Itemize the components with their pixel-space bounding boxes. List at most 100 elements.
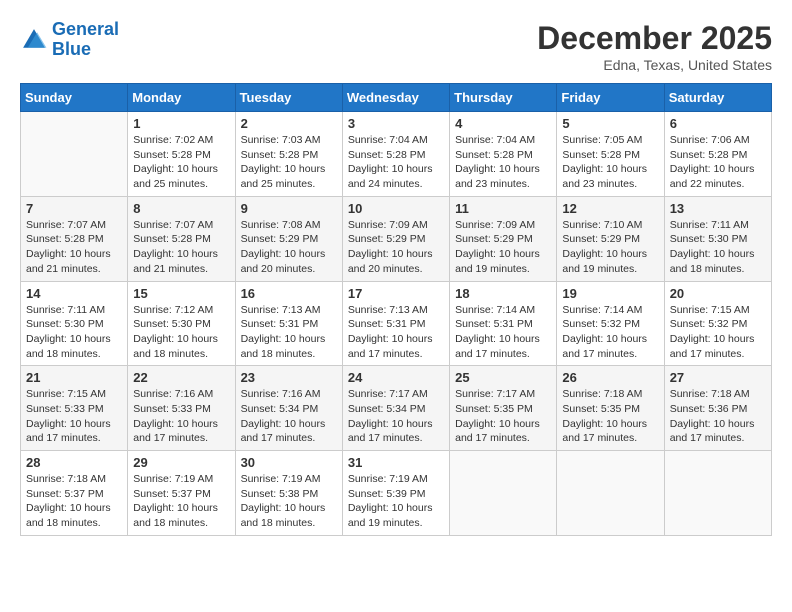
day-info: Sunrise: 7:13 AM Sunset: 5:31 PM Dayligh… [241, 303, 337, 362]
day-number: 30 [241, 455, 337, 470]
calendar-cell: 9 Sunrise: 7:08 AM Sunset: 5:29 PM Daylig… [235, 196, 342, 281]
calendar-cell: 16 Sunrise: 7:13 AM Sunset: 5:31 PM Dayli… [235, 281, 342, 366]
day-info: Sunrise: 7:06 AM Sunset: 5:28 PM Dayligh… [670, 133, 766, 192]
weekday-header: Saturday [664, 84, 771, 112]
day-number: 6 [670, 116, 766, 131]
day-number: 10 [348, 201, 444, 216]
calendar-cell: 26 Sunrise: 7:18 AM Sunset: 5:35 PM Dayli… [557, 366, 664, 451]
day-number: 4 [455, 116, 551, 131]
calendar-cell: 15 Sunrise: 7:12 AM Sunset: 5:30 PM Dayli… [128, 281, 235, 366]
day-info: Sunrise: 7:03 AM Sunset: 5:28 PM Dayligh… [241, 133, 337, 192]
day-number: 5 [562, 116, 658, 131]
calendar-cell: 29 Sunrise: 7:19 AM Sunset: 5:37 PM Dayli… [128, 451, 235, 536]
day-info: Sunrise: 7:12 AM Sunset: 5:30 PM Dayligh… [133, 303, 229, 362]
calendar-cell: 28 Sunrise: 7:18 AM Sunset: 5:37 PM Dayli… [21, 451, 128, 536]
day-number: 16 [241, 286, 337, 301]
day-number: 29 [133, 455, 229, 470]
day-number: 19 [562, 286, 658, 301]
calendar-cell: 23Sunrise: 7:16 AM Sunset: 5:34 PM Dayli… [235, 366, 342, 451]
calendar-cell: 2Sunrise: 7:03 AM Sunset: 5:28 PM Daylig… [235, 112, 342, 197]
day-info: Sunrise: 7:14 AM Sunset: 5:32 PM Dayligh… [562, 303, 658, 362]
day-number: 15 [133, 286, 229, 301]
day-number: 20 [670, 286, 766, 301]
calendar-cell: 27Sunrise: 7:18 AM Sunset: 5:36 PM Dayli… [664, 366, 771, 451]
logo: General Blue [20, 20, 119, 60]
day-info: Sunrise: 7:17 AM Sunset: 5:35 PM Dayligh… [455, 387, 551, 446]
weekday-header: Tuesday [235, 84, 342, 112]
calendar-week-row: 28 Sunrise: 7:18 AM Sunset: 5:37 PM Dayli… [21, 451, 772, 536]
calendar-week-row: 1Sunrise: 7:02 AM Sunset: 5:28 PM Daylig… [21, 112, 772, 197]
day-info: Sunrise: 7:17 AM Sunset: 5:34 PM Dayligh… [348, 387, 444, 446]
month-title: December 2025 [537, 20, 772, 57]
day-number: 9 [241, 201, 337, 216]
calendar-header-row: SundayMondayTuesdayWednesdayThursdayFrid… [21, 84, 772, 112]
day-info: Sunrise: 7:05 AM Sunset: 5:28 PM Dayligh… [562, 133, 658, 192]
weekday-header: Wednesday [342, 84, 449, 112]
day-info: Sunrise: 7:02 AM Sunset: 5:28 PM Dayligh… [133, 133, 229, 192]
calendar-week-row: 14Sunrise: 7:11 AM Sunset: 5:30 PM Dayli… [21, 281, 772, 366]
calendar-cell: 30 Sunrise: 7:19 AM Sunset: 5:38 PM Dayli… [235, 451, 342, 536]
calendar-cell: 6 Sunrise: 7:06 AM Sunset: 5:28 PM Daylig… [664, 112, 771, 197]
day-number: 31 [348, 455, 444, 470]
calendar-cell: 11Sunrise: 7:09 AM Sunset: 5:29 PM Dayli… [450, 196, 557, 281]
weekday-header: Sunday [21, 84, 128, 112]
calendar-cell: 17 Sunrise: 7:13 AM Sunset: 5:31 PM Dayli… [342, 281, 449, 366]
day-number: 8 [133, 201, 229, 216]
day-info: Sunrise: 7:19 AM Sunset: 5:37 PM Dayligh… [133, 472, 229, 531]
day-number: 26 [562, 370, 658, 385]
day-info: Sunrise: 7:07 AM Sunset: 5:28 PM Dayligh… [133, 218, 229, 277]
calendar-cell: 13 Sunrise: 7:11 AM Sunset: 5:30 PM Dayli… [664, 196, 771, 281]
logo-line2: Blue [52, 39, 91, 59]
day-info: Sunrise: 7:19 AM Sunset: 5:39 PM Dayligh… [348, 472, 444, 531]
calendar-week-row: 7 Sunrise: 7:07 AM Sunset: 5:28 PM Daylig… [21, 196, 772, 281]
location: Edna, Texas, United States [537, 57, 772, 73]
calendar-cell: 3 Sunrise: 7:04 AM Sunset: 5:28 PM Daylig… [342, 112, 449, 197]
day-number: 23 [241, 370, 337, 385]
day-info: Sunrise: 7:07 AM Sunset: 5:28 PM Dayligh… [26, 218, 122, 277]
calendar-table: SundayMondayTuesdayWednesdayThursdayFrid… [20, 83, 772, 536]
day-info: Sunrise: 7:19 AM Sunset: 5:38 PM Dayligh… [241, 472, 337, 531]
day-info: Sunrise: 7:18 AM Sunset: 5:37 PM Dayligh… [26, 472, 122, 531]
day-info: Sunrise: 7:14 AM Sunset: 5:31 PM Dayligh… [455, 303, 551, 362]
day-number: 22 [133, 370, 229, 385]
day-info: Sunrise: 7:11 AM Sunset: 5:30 PM Dayligh… [670, 218, 766, 277]
day-info: Sunrise: 7:04 AM Sunset: 5:28 PM Dayligh… [348, 133, 444, 192]
calendar-cell [21, 112, 128, 197]
calendar-cell: 12Sunrise: 7:10 AM Sunset: 5:29 PM Dayli… [557, 196, 664, 281]
day-number: 13 [670, 201, 766, 216]
day-info: Sunrise: 7:18 AM Sunset: 5:35 PM Dayligh… [562, 387, 658, 446]
calendar-cell: 5 Sunrise: 7:05 AM Sunset: 5:28 PM Daylig… [557, 112, 664, 197]
calendar-cell: 18Sunrise: 7:14 AM Sunset: 5:31 PM Dayli… [450, 281, 557, 366]
day-number: 28 [26, 455, 122, 470]
day-info: Sunrise: 7:16 AM Sunset: 5:33 PM Dayligh… [133, 387, 229, 446]
calendar-cell: 25Sunrise: 7:17 AM Sunset: 5:35 PM Dayli… [450, 366, 557, 451]
calendar-cell: 19 Sunrise: 7:14 AM Sunset: 5:32 PM Dayli… [557, 281, 664, 366]
calendar-cell: 4 Sunrise: 7:04 AM Sunset: 5:28 PM Daylig… [450, 112, 557, 197]
calendar-cell: 14Sunrise: 7:11 AM Sunset: 5:30 PM Dayli… [21, 281, 128, 366]
day-info: Sunrise: 7:11 AM Sunset: 5:30 PM Dayligh… [26, 303, 122, 362]
logo-icon [20, 26, 48, 54]
day-number: 7 [26, 201, 122, 216]
weekday-header: Monday [128, 84, 235, 112]
calendar-cell: 22 Sunrise: 7:16 AM Sunset: 5:33 PM Dayli… [128, 366, 235, 451]
day-number: 17 [348, 286, 444, 301]
calendar-cell: 10Sunrise: 7:09 AM Sunset: 5:29 PM Dayli… [342, 196, 449, 281]
day-info: Sunrise: 7:13 AM Sunset: 5:31 PM Dayligh… [348, 303, 444, 362]
calendar-cell: 1Sunrise: 7:02 AM Sunset: 5:28 PM Daylig… [128, 112, 235, 197]
calendar-week-row: 21Sunrise: 7:15 AM Sunset: 5:33 PM Dayli… [21, 366, 772, 451]
calendar-cell [450, 451, 557, 536]
day-info: Sunrise: 7:15 AM Sunset: 5:33 PM Dayligh… [26, 387, 122, 446]
title-block: December 2025 Edna, Texas, United States [537, 20, 772, 73]
calendar-cell: 7 Sunrise: 7:07 AM Sunset: 5:28 PM Daylig… [21, 196, 128, 281]
day-number: 11 [455, 201, 551, 216]
day-info: Sunrise: 7:15 AM Sunset: 5:32 PM Dayligh… [670, 303, 766, 362]
calendar-cell: 24 Sunrise: 7:17 AM Sunset: 5:34 PM Dayli… [342, 366, 449, 451]
day-number: 24 [348, 370, 444, 385]
calendar-cell [664, 451, 771, 536]
day-info: Sunrise: 7:08 AM Sunset: 5:29 PM Dayligh… [241, 218, 337, 277]
day-info: Sunrise: 7:04 AM Sunset: 5:28 PM Dayligh… [455, 133, 551, 192]
logo-text: General Blue [52, 20, 119, 60]
day-number: 3 [348, 116, 444, 131]
weekday-header: Friday [557, 84, 664, 112]
calendar-cell: 8 Sunrise: 7:07 AM Sunset: 5:28 PM Daylig… [128, 196, 235, 281]
